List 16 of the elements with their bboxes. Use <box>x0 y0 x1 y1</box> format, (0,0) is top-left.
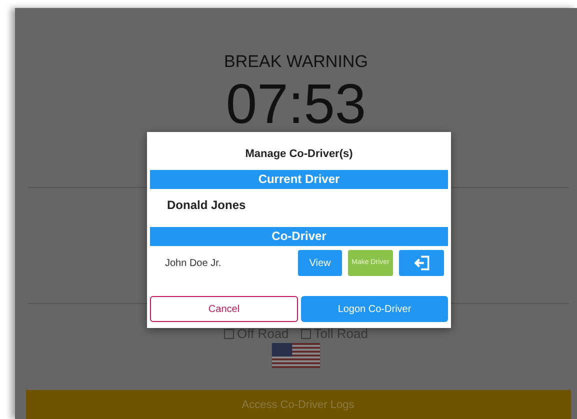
logout-button[interactable] <box>399 250 444 276</box>
section-header: Current Driver <box>150 170 448 189</box>
logon-button[interactable]: Logon Co-Driver <box>301 296 448 322</box>
section-header: Co-Driver <box>150 227 448 246</box>
co-driver-name: John Doe Jr. <box>165 258 222 268</box>
checkbox[interactable] <box>224 328 234 338</box>
view-button[interactable]: View <box>298 250 342 276</box>
access-logs-button[interactable]: Access Co-Driver Logs <box>26 390 570 419</box>
cancel-button[interactable]: Cancel <box>150 296 298 322</box>
current-driver-name: Donald Jones <box>167 198 247 212</box>
break-warning-title: BREAK WARNING <box>224 52 368 72</box>
checkbox[interactable] <box>300 328 311 338</box>
logout-icon <box>412 254 430 272</box>
countdown-timer: 07:53 <box>226 74 366 134</box>
dialog-title: Manage Co-Driver(s) <box>244 148 354 160</box>
flag-icon <box>271 343 321 368</box>
